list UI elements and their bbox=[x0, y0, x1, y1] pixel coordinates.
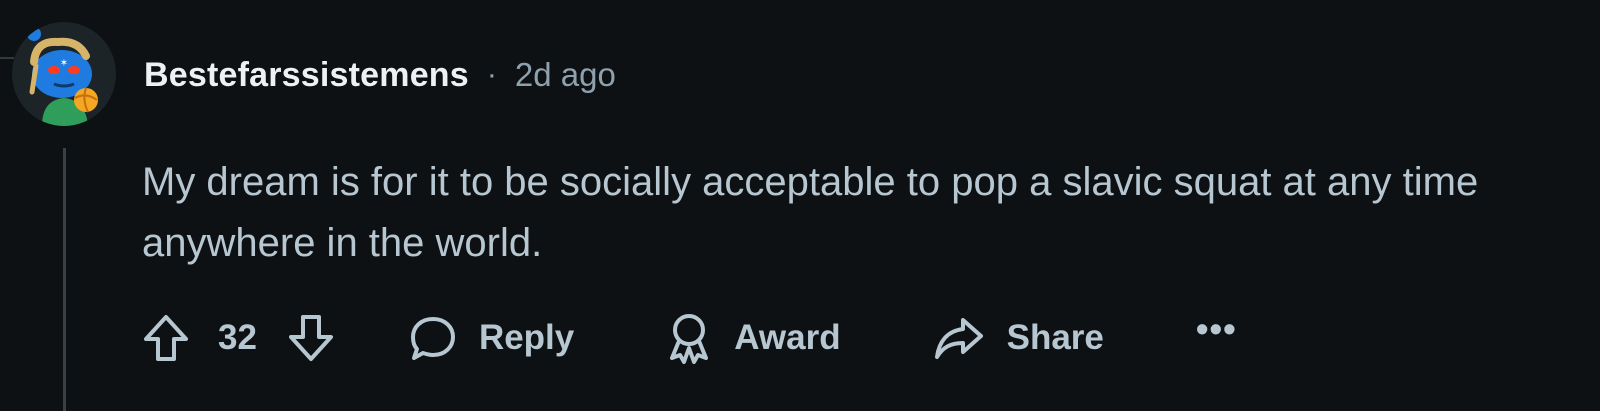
svg-text:✶: ✶ bbox=[60, 58, 68, 69]
award-label: Award bbox=[734, 318, 841, 357]
more-options-button[interactable]: ••• bbox=[1196, 311, 1237, 347]
award-ribbon-icon bbox=[670, 314, 709, 364]
comment-action-bar: 32 Reply Award Share ••• bbox=[142, 308, 1237, 368]
comment-header: Bestefarssistemens · 2d ago bbox=[144, 55, 616, 95]
share-button[interactable]: Share bbox=[933, 314, 1104, 362]
comment-timestamp[interactable]: 2d ago bbox=[515, 56, 616, 94]
meta-separator: · bbox=[486, 58, 497, 91]
thread-connector-top bbox=[0, 57, 14, 59]
speech-bubble-icon bbox=[410, 317, 455, 360]
thread-line[interactable] bbox=[63, 148, 66, 411]
reply-label: Reply bbox=[478, 318, 575, 357]
snoo-avatar-icon: ✶ bbox=[12, 22, 116, 126]
award-button[interactable]: Award bbox=[666, 312, 841, 364]
vote-score: 32 bbox=[218, 318, 257, 357]
share-arrow-icon bbox=[934, 318, 983, 359]
upvote-button[interactable] bbox=[142, 313, 190, 363]
comment-body: My dream is for it to be socially accept… bbox=[142, 160, 1479, 265]
reply-button[interactable]: Reply bbox=[409, 314, 574, 362]
avatar[interactable]: ✶ bbox=[12, 22, 116, 126]
arrow-up-icon bbox=[144, 315, 188, 361]
username-link[interactable]: Bestefarssistemens bbox=[144, 56, 469, 95]
arrow-down-icon bbox=[288, 315, 333, 361]
downvote-button[interactable] bbox=[287, 313, 335, 363]
share-label: Share bbox=[1006, 318, 1104, 357]
